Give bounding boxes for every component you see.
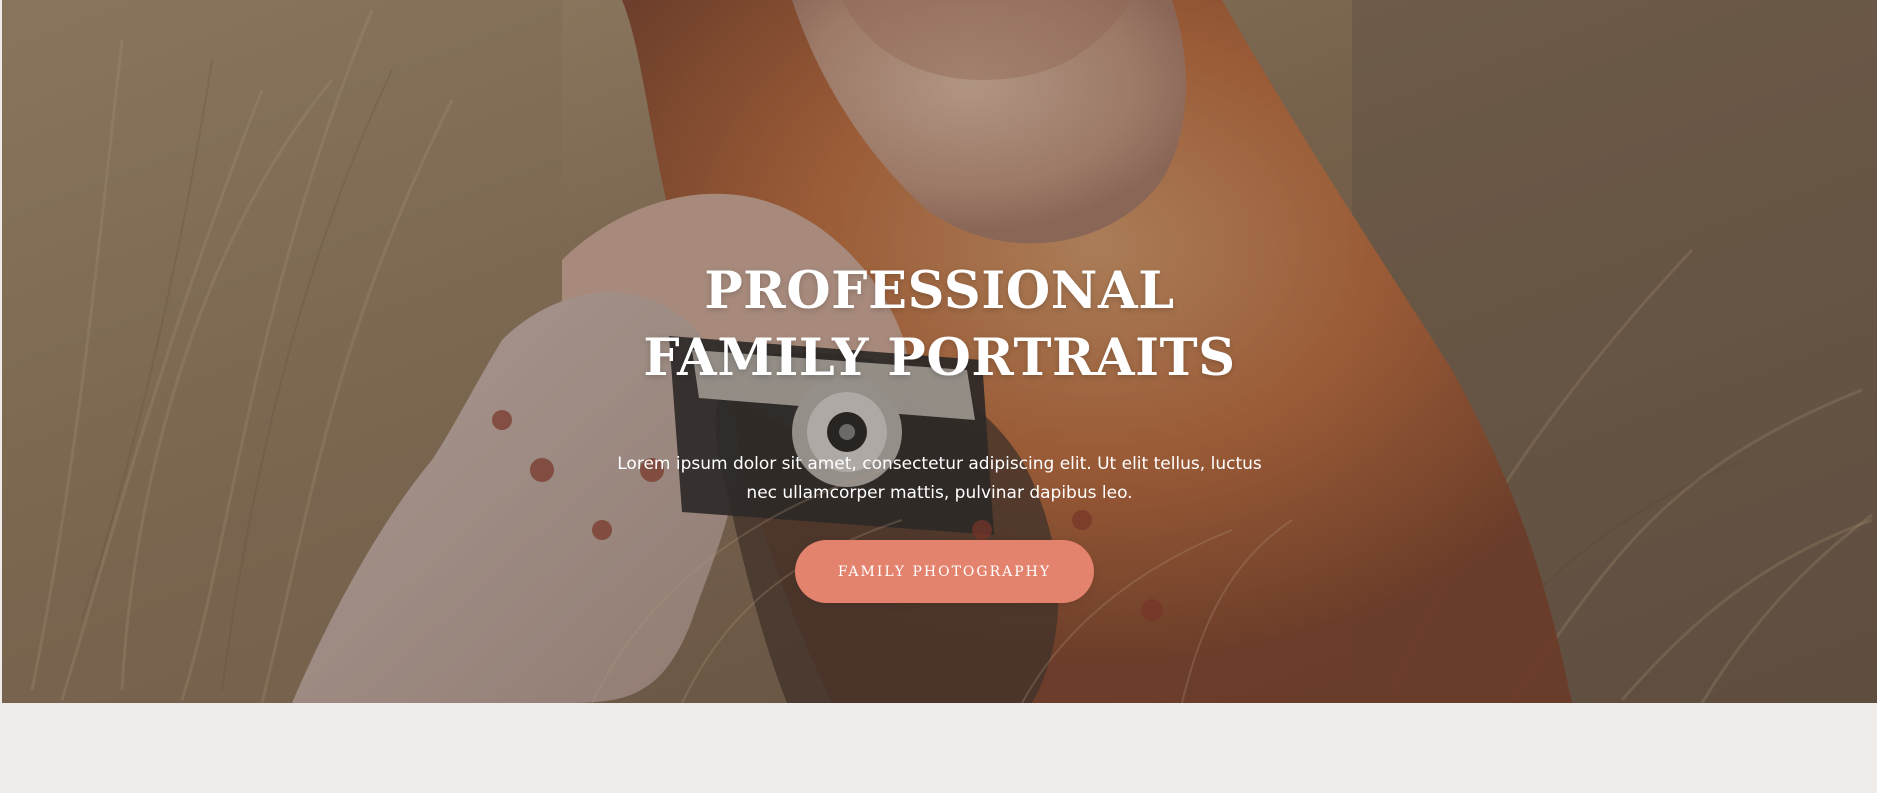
hero-title-line-1: PROFESSIONAL bbox=[704, 261, 1175, 321]
hero-section: PROFESSIONAL FAMILY PORTRAITS Lorem ipsu… bbox=[2, 0, 1877, 703]
family-photography-button[interactable]: FAMILY PHOTOGRAPHY bbox=[795, 540, 1094, 603]
hero-title-line-2: FAMILY PORTRAITS bbox=[643, 328, 1236, 388]
page: PROFESSIONAL FAMILY PORTRAITS Lorem ipsu… bbox=[0, 0, 1877, 793]
hero-content: PROFESSIONAL FAMILY PORTRAITS Lorem ipsu… bbox=[2, 0, 1877, 703]
hero-description: Lorem ipsum dolor sit amet, consectetur … bbox=[617, 454, 1262, 503]
hero-title: PROFESSIONAL FAMILY PORTRAITS bbox=[2, 258, 1877, 392]
bottom-band bbox=[0, 703, 1877, 793]
